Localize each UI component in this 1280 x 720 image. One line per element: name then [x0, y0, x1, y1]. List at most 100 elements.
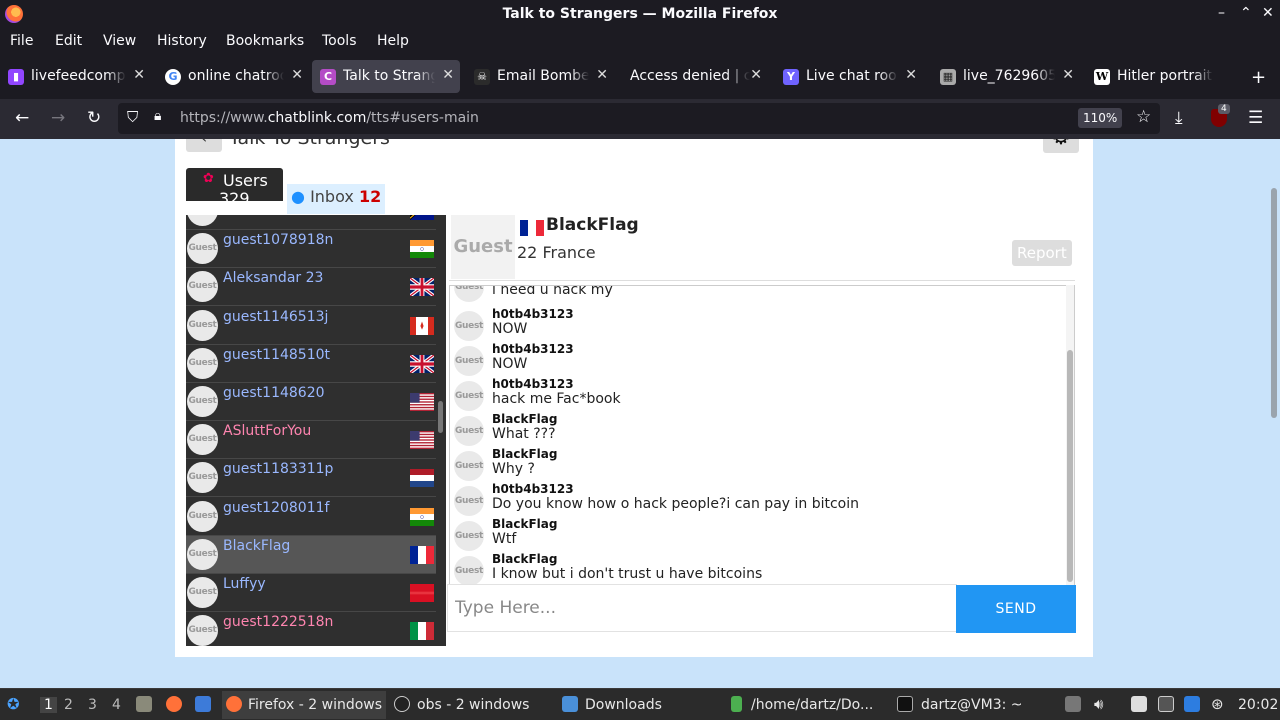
notes-tray-icon[interactable]	[1131, 696, 1147, 712]
start-menu-icon[interactable]: ✪	[7, 695, 20, 713]
volume-icon[interactable]: 🔊︎	[1094, 695, 1103, 713]
menu-help[interactable]: Help	[377, 33, 409, 49]
user-list-item[interactable]: Guest Luffyy	[186, 574, 436, 612]
message-sender[interactable]: h0tb4b3123	[492, 377, 574, 391]
message-avatar[interactable]: Guest	[454, 521, 484, 551]
message-avatar[interactable]: Guest	[454, 346, 484, 376]
user-list-item[interactable]: Guestguest1004710b	[186, 215, 436, 230]
lock-icon[interactable]: 🔒︎	[154, 108, 161, 124]
close-tab-icon[interactable]: ✕	[133, 67, 145, 83]
message-sender[interactable]: h0tb4b3123	[492, 482, 574, 496]
menu-file[interactable]: File	[10, 33, 33, 49]
tab-live-chat-room[interactable]: Y Live chat room ✕	[775, 60, 923, 93]
file-manager-launcher-icon[interactable]	[136, 696, 152, 712]
user-list-item[interactable]: Guest BlackFlag	[186, 535, 436, 574]
page-scrollbar[interactable]	[1271, 188, 1277, 418]
task-terminal[interactable]: dartz@VM3: ~	[893, 691, 1053, 719]
task-downloads[interactable]: Downloads	[558, 691, 722, 719]
message-sender[interactable]: BlackFlag	[492, 447, 557, 461]
tab-wikipedia[interactable]: W Hitler portrait	[1086, 60, 1238, 93]
message-avatar[interactable]: Guest	[454, 286, 484, 302]
tab-email-bomber[interactable]: ☠ Email Bomber ✕	[466, 60, 614, 93]
user-list-item[interactable]: Guest ASluttForYou	[186, 421, 436, 460]
close-tab-icon[interactable]: ✕	[442, 67, 454, 83]
close-tab-icon[interactable]: ✕	[1062, 67, 1074, 83]
report-button[interactable]: Report	[1012, 240, 1072, 266]
user-list[interactable]: Guest guest1222518n Guest Luffyy Guest BlackF…	[186, 215, 446, 646]
menu-history[interactable]: History	[157, 33, 207, 49]
new-tab-icon[interactable]: +	[1251, 67, 1266, 88]
clock[interactable]: 20:02	[1238, 697, 1278, 713]
user-list-item[interactable]: Guest guest1146513j	[186, 307, 436, 345]
back-button[interactable]: ‹	[186, 139, 222, 152]
message-scrollbar[interactable]	[1067, 350, 1073, 582]
message-input[interactable]	[448, 585, 956, 631]
menu-tools[interactable]: Tools	[322, 33, 357, 49]
url-text[interactable]: https://www.chatblink.com/tts#users-main	[180, 110, 479, 126]
message-sender[interactable]: h0tb4b3123	[492, 307, 574, 321]
message-avatar[interactable]: Guest	[454, 486, 484, 516]
workspace-3[interactable]: 3	[88, 697, 97, 713]
workspace-4[interactable]: 4	[112, 697, 121, 713]
minimize-button[interactable]: –	[1218, 5, 1225, 21]
user-list-item[interactable]: Guest guest1148620	[186, 383, 436, 421]
desktop-launcher-icon[interactable]	[195, 696, 211, 712]
maximize-button[interactable]: ⌃	[1240, 5, 1252, 21]
user-list-item[interactable]: Guest guest1222518n	[186, 612, 436, 646]
tab-inbox[interactable]: ● Inbox 12	[287, 184, 386, 214]
message-sender[interactable]: BlackFlag	[492, 412, 557, 426]
network-icon[interactable]: ⊛	[1211, 695, 1224, 713]
user-list-item[interactable]: Guest guest1208011f	[186, 498, 436, 536]
menu-edit[interactable]: Edit	[55, 33, 82, 49]
bluetooth-tray-icon[interactable]	[1184, 696, 1200, 712]
back-icon[interactable]: ←	[15, 108, 29, 128]
message-list[interactable]: Guest i need u hack my Guest h0tb4b3123 NOW G…	[449, 285, 1075, 587]
close-tab-icon[interactable]: ✕	[750, 67, 762, 83]
user-list-item[interactable]: Guest Aleksandar 23	[186, 268, 436, 307]
task-obs[interactable]: obs - 2 windows	[390, 691, 550, 719]
firefox-launcher-icon[interactable]	[166, 696, 182, 712]
downloads-icon[interactable]: ⤓	[1175, 108, 1183, 128]
user-list-item[interactable]: Guest guest1148510t	[186, 345, 436, 383]
close-window-button[interactable]: ✕	[1262, 5, 1274, 21]
menu-view[interactable]: View	[103, 33, 136, 49]
close-tab-icon[interactable]: ✕	[596, 67, 608, 83]
task-firefox[interactable]: Firefox - 2 windows	[222, 691, 386, 719]
settings-gear-icon[interactable]: ⚙	[1043, 139, 1079, 153]
tab-talk-to-strangers[interactable]: C Talk to Strangers ✕	[312, 60, 460, 93]
close-tab-icon[interactable]: ✕	[291, 67, 303, 83]
reload-icon[interactable]: ↻	[87, 108, 101, 128]
tab-users[interactable]: ✿ Users 329	[186, 168, 283, 201]
tab-online-chatroom[interactable]: G online chatroom ✕	[157, 60, 309, 93]
user-list-item[interactable]: Guest guest1183311p	[186, 459, 436, 498]
workspace-1[interactable]: 1	[40, 697, 57, 713]
tab-live-image[interactable]: ▦ live_76296056 ✕	[932, 60, 1080, 93]
message-sender[interactable]: BlackFlag	[492, 517, 557, 531]
profile-avatar[interactable]: Guest	[451, 215, 515, 279]
send-button[interactable]: SEND	[956, 585, 1076, 633]
zoom-level[interactable]: 110%	[1078, 108, 1123, 128]
user-list-scrollbar[interactable]	[438, 401, 443, 433]
message-avatar[interactable]: Guest	[454, 311, 484, 341]
bookmark-star-icon[interactable]: ☆	[1136, 107, 1151, 127]
message-avatar[interactable]: Guest	[454, 381, 484, 411]
message-sender[interactable]: h0tb4b3123	[492, 342, 574, 356]
hamburger-menu-icon[interactable]: ☰	[1248, 108, 1263, 128]
url-bar[interactable]: ⛉ 🔒︎ https://www.chatblink.com/tts#users…	[118, 103, 1160, 134]
message-avatar[interactable]: Guest	[454, 556, 484, 586]
message-sender[interactable]: BlackFlag	[492, 552, 557, 566]
forward-icon[interactable]: →	[51, 108, 65, 128]
google-icon: G	[165, 69, 181, 85]
clipboard-tray-icon[interactable]	[1065, 696, 1081, 712]
task-editor[interactable]: /home/dartz/Do...	[727, 691, 887, 719]
message-avatar[interactable]: Guest	[454, 451, 484, 481]
menu-bookmarks[interactable]: Bookmarks	[226, 33, 304, 49]
workspace-2[interactable]: 2	[64, 697, 73, 713]
shield-icon[interactable]: ⛉	[127, 108, 138, 126]
message-avatar[interactable]: Guest	[454, 416, 484, 446]
display-tray-icon[interactable]	[1158, 696, 1174, 712]
tab-livefeed[interactable]: ▮ livefeedcomputer ✕	[0, 60, 151, 93]
tab-access-denied[interactable]: Access denied | chat ✕	[620, 60, 768, 93]
close-tab-icon[interactable]: ✕	[905, 67, 917, 83]
user-list-item[interactable]: Guest guest1078918n	[186, 230, 436, 269]
